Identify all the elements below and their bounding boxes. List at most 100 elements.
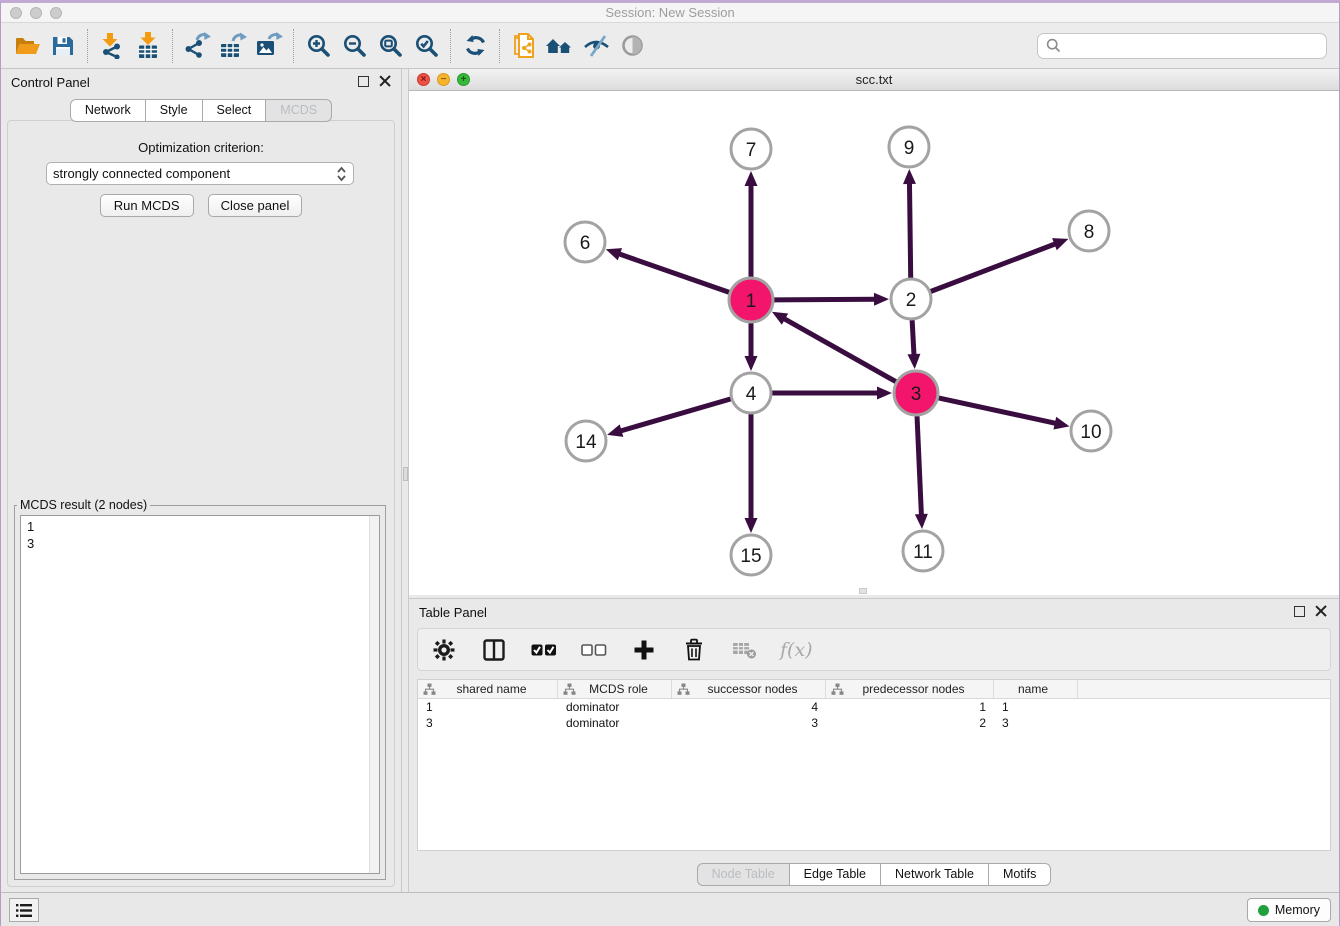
tab-style[interactable]: Style xyxy=(145,99,203,122)
add-column-icon[interactable] xyxy=(630,636,658,664)
control-panel-title: Control Panel xyxy=(11,75,90,90)
control-panel-tabs: Network Style Select MCDS xyxy=(1,99,401,122)
graph-node-3[interactable]: 3 xyxy=(894,371,938,415)
canvas-resize-grip[interactable] xyxy=(859,588,867,594)
graph-edge-1-4[interactable] xyxy=(745,323,758,371)
tab-select[interactable]: Select xyxy=(202,99,267,122)
graph-node-4[interactable]: 4 xyxy=(731,373,771,413)
graph-edge-4-15[interactable] xyxy=(745,414,758,533)
zoom-in-icon[interactable] xyxy=(300,28,336,64)
graph-node-10[interactable]: 10 xyxy=(1071,411,1111,451)
graph-node-9[interactable]: 9 xyxy=(889,127,929,167)
graph-edge-2-8[interactable] xyxy=(931,238,1069,291)
hide-selection-icon[interactable] xyxy=(578,28,614,64)
mcds-result-list[interactable]: 1 3 xyxy=(20,515,380,874)
graph-edge-1-6[interactable] xyxy=(606,248,730,292)
graph-node-11[interactable]: 11 xyxy=(903,531,943,571)
open-session-icon[interactable] xyxy=(9,28,45,64)
graph-edge-1-7[interactable] xyxy=(745,171,758,277)
graph-edge-3-10[interactable] xyxy=(938,398,1069,430)
memory-label: Memory xyxy=(1275,903,1320,917)
graph-edge-2-9[interactable] xyxy=(903,169,916,278)
tab-node-table[interactable]: Node Table xyxy=(697,863,790,886)
graph-edge-3-11[interactable] xyxy=(915,416,928,529)
table-close-panel-icon[interactable] xyxy=(1315,605,1327,617)
float-panel-icon[interactable] xyxy=(358,76,369,87)
graph-node-1[interactable]: 1 xyxy=(729,278,773,322)
graph-node-7[interactable]: 7 xyxy=(731,129,771,169)
splitter-grip[interactable] xyxy=(403,467,408,481)
tab-network-table[interactable]: Network Table xyxy=(880,863,989,886)
graph-node-label: 15 xyxy=(740,546,761,567)
graph-node-15[interactable]: 15 xyxy=(731,535,771,575)
toolbar-separator xyxy=(87,29,88,63)
delete-column-icon[interactable] xyxy=(680,636,708,664)
run-mcds-button[interactable]: Run MCDS xyxy=(100,194,194,217)
deselect-all-icon[interactable] xyxy=(580,636,608,664)
hierarchy-icon xyxy=(677,683,690,696)
network-view-window: × − + scc.txt 1 2 3 4 6 7 8 9 10 11 14 15 xyxy=(409,69,1339,595)
result-scrollbar[interactable] xyxy=(369,516,379,873)
show-all-icon[interactable] xyxy=(614,28,650,64)
column-header-successor-nodes[interactable]: successor nodes xyxy=(672,680,826,698)
export-table-icon[interactable] xyxy=(215,28,251,64)
column-header-mcds-role[interactable]: MCDS role xyxy=(558,680,672,698)
table-tabs: Node Table Edge Table Network Table Moti… xyxy=(409,863,1339,886)
graph-node-label: 14 xyxy=(575,432,597,453)
export-image-icon[interactable] xyxy=(251,28,287,64)
table-settings-icon[interactable] xyxy=(430,636,458,664)
tab-network[interactable]: Network xyxy=(70,99,146,122)
zoom-out-icon[interactable] xyxy=(336,28,372,64)
table-float-panel-icon[interactable] xyxy=(1294,606,1305,617)
graph-edge-2-3[interactable] xyxy=(907,320,920,369)
panel-splitter[interactable] xyxy=(401,69,409,895)
import-table-icon[interactable] xyxy=(130,28,166,64)
select-all-icon[interactable] xyxy=(530,636,558,664)
table-row[interactable]: 3 dominator 3 2 3 xyxy=(418,715,1330,731)
zoom-selected-icon[interactable] xyxy=(408,28,444,64)
criterion-dropdown[interactable]: strongly connected component xyxy=(46,162,354,185)
export-network-icon[interactable] xyxy=(179,28,215,64)
toggle-panels-icon[interactable] xyxy=(480,636,508,664)
status-bar: Memory xyxy=(1,892,1339,926)
graph-node-8[interactable]: 8 xyxy=(1069,211,1109,251)
mcds-result-line: 1 xyxy=(27,518,373,535)
dropdown-stepper-icon xyxy=(336,166,347,182)
zoom-fit-icon[interactable] xyxy=(372,28,408,64)
close-panel-button[interactable]: Close panel xyxy=(208,194,303,217)
search-box xyxy=(1037,33,1327,59)
refresh-layout-icon[interactable] xyxy=(457,28,493,64)
copy-network-icon[interactable] xyxy=(506,28,542,64)
tab-motifs[interactable]: Motifs xyxy=(988,863,1051,886)
memory-button[interactable]: Memory xyxy=(1247,898,1331,922)
network-window-titlebar[interactable]: × − + scc.txt xyxy=(409,69,1339,91)
task-history-icon[interactable] xyxy=(9,898,39,922)
save-session-icon[interactable] xyxy=(45,28,81,64)
tab-edge-table[interactable]: Edge Table xyxy=(789,863,881,886)
toolbar-separator xyxy=(293,29,294,63)
mcds-result-title: MCDS result (2 nodes) xyxy=(17,498,150,512)
mcds-result-group: MCDS result (2 nodes) 1 3 xyxy=(14,498,386,880)
delete-table-icon[interactable] xyxy=(730,636,758,664)
search-input[interactable] xyxy=(1061,38,1318,53)
table-panel-title: Table Panel xyxy=(419,605,487,620)
column-header-predecessor-nodes[interactable]: predecessor nodes xyxy=(826,680,994,698)
criterion-dropdown-value: strongly connected component xyxy=(53,166,336,181)
control-panel: Control Panel Network Style Select MCDS … xyxy=(1,69,401,895)
graph-edge-4-3[interactable] xyxy=(772,387,892,400)
first-neighbors-icon[interactable] xyxy=(542,28,578,64)
graph-node-14[interactable]: 14 xyxy=(566,421,606,461)
table-row[interactable]: 1 dominator 4 1 1 xyxy=(418,699,1330,715)
graph-node-6[interactable]: 6 xyxy=(565,222,605,262)
close-panel-icon[interactable] xyxy=(379,75,391,87)
function-builder-icon[interactable]: f(x) xyxy=(780,639,813,661)
graph-edge-4-14[interactable] xyxy=(607,399,731,437)
import-network-icon[interactable] xyxy=(94,28,130,64)
graph-edge-1-2[interactable] xyxy=(774,293,889,306)
graph-edge-3-1[interactable] xyxy=(772,312,896,382)
network-canvas[interactable]: 1 2 3 4 6 7 8 9 10 11 14 15 xyxy=(409,91,1339,595)
tab-mcds[interactable]: MCDS xyxy=(265,99,332,122)
column-header-shared-name[interactable]: shared name xyxy=(418,680,558,698)
graph-node-2[interactable]: 2 xyxy=(891,279,931,319)
column-header-name[interactable]: name xyxy=(994,680,1078,698)
